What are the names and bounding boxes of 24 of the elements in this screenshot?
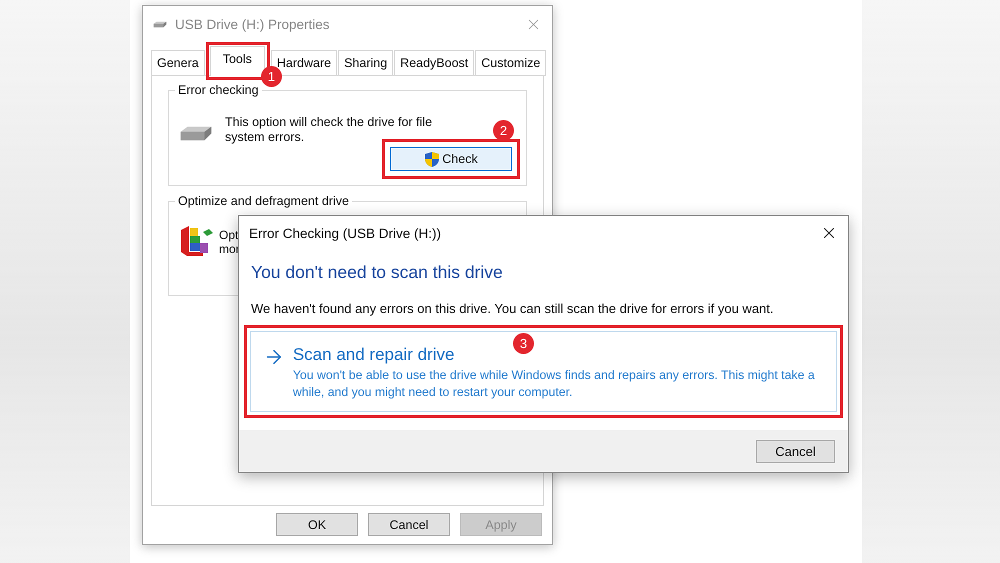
description-text: This option will check the drive for file system errors.: [225, 115, 434, 145]
description-text: mor: [219, 242, 240, 256]
check-button[interactable]: Check: [390, 147, 512, 171]
dialog-button[interactable]: Cancel: [368, 513, 450, 536]
dialog-heading: You don't need to scan this drive: [251, 262, 504, 283]
command-title: Scan and repair drive: [292, 345, 454, 365]
drive-icon: [153, 20, 167, 28]
shield-icon: [424, 150, 440, 168]
description-text: Opt: [219, 228, 238, 242]
dialog-message: We haven't found any errors on this drive. You can still scan the drive for errors if you want.: [251, 301, 775, 316]
group-title: Error checking: [175, 83, 262, 97]
tab[interactable]: Tools: [210, 46, 265, 76]
dialog-title: Error Checking (USB Drive (H:)): [249, 226, 442, 240]
step-number: 2: [493, 120, 514, 141]
command-description: You won't be able to use the drive while Windows finds and repairs any errors. This might take a while, and you might need to restart your computer.: [292, 367, 816, 401]
drive-icon: [179, 125, 213, 142]
tab[interactable]: Genera: [151, 50, 205, 76]
tab[interactable]: ReadyBoost: [394, 50, 474, 76]
dialog-button[interactable]: OK: [276, 513, 358, 536]
tab[interactable]: Sharing: [338, 50, 394, 76]
tab[interactable]: Customize: [475, 50, 546, 76]
window-title: USB Drive (H:) Properties: [175, 16, 331, 32]
cancel-button[interactable]: Cancel: [756, 440, 835, 462]
group-title: Optimize and defragment drive: [175, 194, 352, 208]
